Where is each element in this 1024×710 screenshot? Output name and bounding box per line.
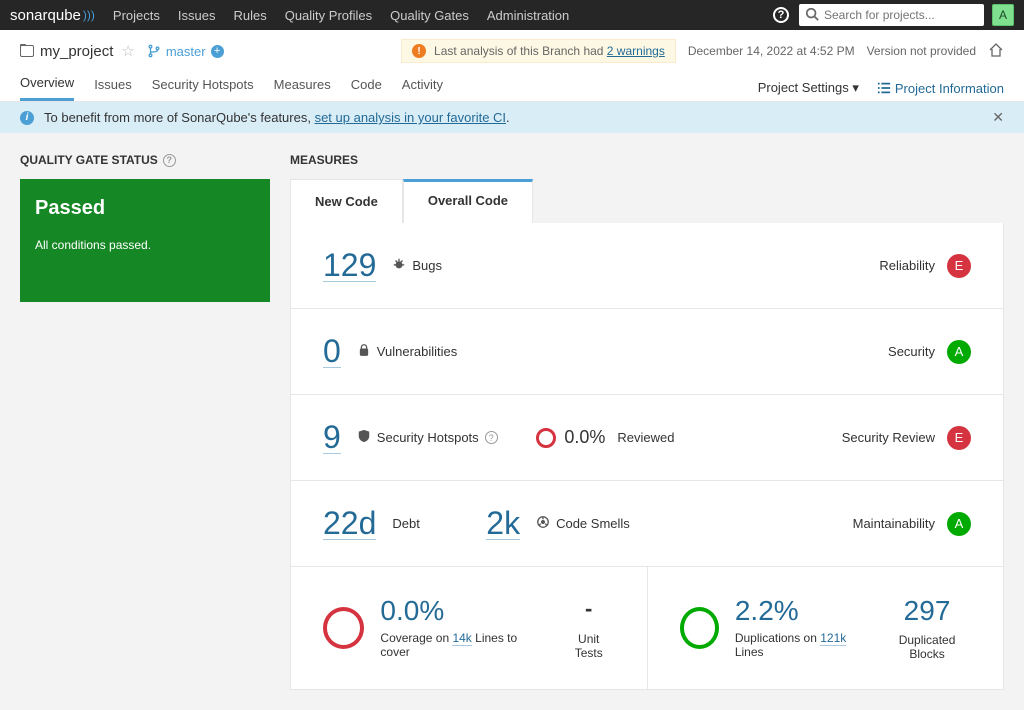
quality-gate-card: Passed All conditions passed. [20,179,270,302]
reliability-label: Reliability [879,258,935,273]
project-header: my_project ☆ master + ! Last analysis of… [0,30,1024,102]
hotspots-label: Security Hotspots [377,430,479,445]
reviewed-label: Reviewed [617,430,674,445]
row-coverage-duplication: 0.0% Coverage on 14k Lines to cover - Un… [291,567,1003,689]
global-nav-links: Projects Issues Rules Quality Profiles Q… [113,8,569,23]
tab-overview[interactable]: Overview [20,75,74,101]
row-vulnerabilities: 0 Vulnerabilities Security A [291,309,1003,395]
brand-wave-icon: ))) [83,8,95,22]
warning-icon: ! [412,44,426,58]
duplicated-blocks-label: Duplicated Blocks [883,633,971,661]
bugs-count[interactable]: 129 [323,249,376,282]
maintainability-rating-badge[interactable]: A [947,512,971,536]
homepage-icon[interactable] [988,42,1004,61]
nav-quality-gates[interactable]: Quality Gates [390,8,469,23]
code-smell-icon [536,515,550,532]
search-input[interactable] [824,8,978,22]
favorite-star-icon[interactable]: ☆ [121,42,134,60]
coverage-donut-icon [323,607,364,649]
quality-gate-status: Passed [35,197,255,220]
branch-add-icon[interactable]: + [211,45,224,58]
brand-logo[interactable]: sonarqube))) [10,7,95,24]
branch-selector[interactable]: master + [147,44,224,59]
unit-tests-label: Unit Tests [563,632,615,660]
tab-security-hotspots[interactable]: Security Hotspots [152,77,254,100]
lines-to-cover-link[interactable]: 14k [452,631,471,646]
tab-issues[interactable]: Issues [94,77,132,100]
reviewed-donut-icon [536,428,556,448]
analysis-timestamp: December 14, 2022 at 4:52 PM [688,44,855,58]
reliability-rating-badge[interactable]: E [947,254,971,278]
measures-section-title: MEASURES [290,153,1004,167]
unit-tests-value: - [563,596,615,622]
debt-value[interactable]: 22d [323,507,376,540]
user-avatar[interactable]: A [992,4,1014,26]
security-label: Security [888,344,935,359]
info-text: To benefit from more of SonarQube's feat… [44,110,315,125]
code-smells-label: Code Smells [556,516,630,531]
project-settings-dropdown[interactable]: Project Settings ▾ [758,80,859,96]
bug-icon [392,257,406,274]
shield-icon [357,429,371,446]
analysis-warning-box: ! Last analysis of this Branch had 2 war… [401,39,676,63]
warning-text: Last analysis of this Branch had [434,44,607,58]
nav-projects[interactable]: Projects [113,8,160,23]
maintainability-label: Maintainability [853,516,935,531]
close-icon[interactable]: ✕ [992,109,1004,126]
search-icon [805,7,819,24]
tab-overall-code[interactable]: Overall Code [403,179,533,223]
tab-measures[interactable]: Measures [274,77,331,100]
version-label: Version not provided [867,44,976,58]
bugs-label: Bugs [412,258,442,273]
global-navbar: sonarqube))) Projects Issues Rules Quali… [0,0,1024,30]
list-icon [877,81,891,95]
measure-tabs: New Code Overall Code [290,179,1004,223]
help-icon[interactable]: ? [773,7,789,23]
row-bugs: 129 Bugs Reliability E [291,223,1003,309]
ci-info-banner: i To benefit from more of SonarQube's fe… [0,102,1024,133]
project-name[interactable]: my_project [40,43,113,60]
info-icon: i [20,111,34,125]
coverage-subtext: Coverage on 14k Lines to cover [380,631,547,659]
nav-issues[interactable]: Issues [178,8,216,23]
security-rating-badge[interactable]: A [947,340,971,364]
vulnerabilities-label: Vulnerabilities [377,344,457,359]
quality-gate-detail: All conditions passed. [35,238,255,252]
warning-link[interactable]: 2 warnings [607,44,665,58]
debt-label: Debt [392,516,419,531]
project-icon [20,45,34,57]
nav-quality-profiles[interactable]: Quality Profiles [285,8,372,23]
row-debt: 22d Debt 2k Code Smells Maintainability [291,481,1003,567]
duplicated-blocks-count[interactable]: 297 [883,595,971,627]
coverage-percent[interactable]: 0.0% [380,597,444,625]
dup-lines-link[interactable]: 121k [820,631,846,646]
nav-administration[interactable]: Administration [487,8,569,23]
hotspots-count[interactable]: 9 [323,421,341,454]
duplication-subtext: Duplications on 121k Lines [735,631,867,659]
help-question-icon[interactable]: ? [485,431,498,444]
quality-gate-section-title: QUALITY GATE STATUS ? [20,153,270,167]
project-information-link[interactable]: Project Information [877,81,1004,96]
tab-new-code[interactable]: New Code [290,179,403,223]
branch-icon [147,44,161,58]
tab-code[interactable]: Code [351,77,382,100]
vulnerabilities-count[interactable]: 0 [323,335,341,368]
lock-icon [357,343,371,360]
nav-rules[interactable]: Rules [233,8,266,23]
duplication-percent[interactable]: 2.2% [735,597,799,625]
project-tabs: Overview Issues Security Hotspots Measur… [20,75,1004,101]
security-review-label: Security Review [842,430,935,445]
global-search[interactable] [799,4,984,26]
tab-activity[interactable]: Activity [402,77,443,100]
security-review-rating-badge[interactable]: E [947,426,971,450]
duplication-donut-icon [680,607,719,649]
info-link[interactable]: set up analysis in your favorite CI [315,110,506,125]
help-question-icon[interactable]: ? [163,154,176,167]
code-smells-count[interactable]: 2k [486,507,520,540]
measures-card: 129 Bugs Reliability E 0 [290,223,1004,690]
reviewed-percent: 0.0% [564,427,605,448]
row-hotspots: 9 Security Hotspots ? 0.0% Reviewed Secu… [291,395,1003,481]
